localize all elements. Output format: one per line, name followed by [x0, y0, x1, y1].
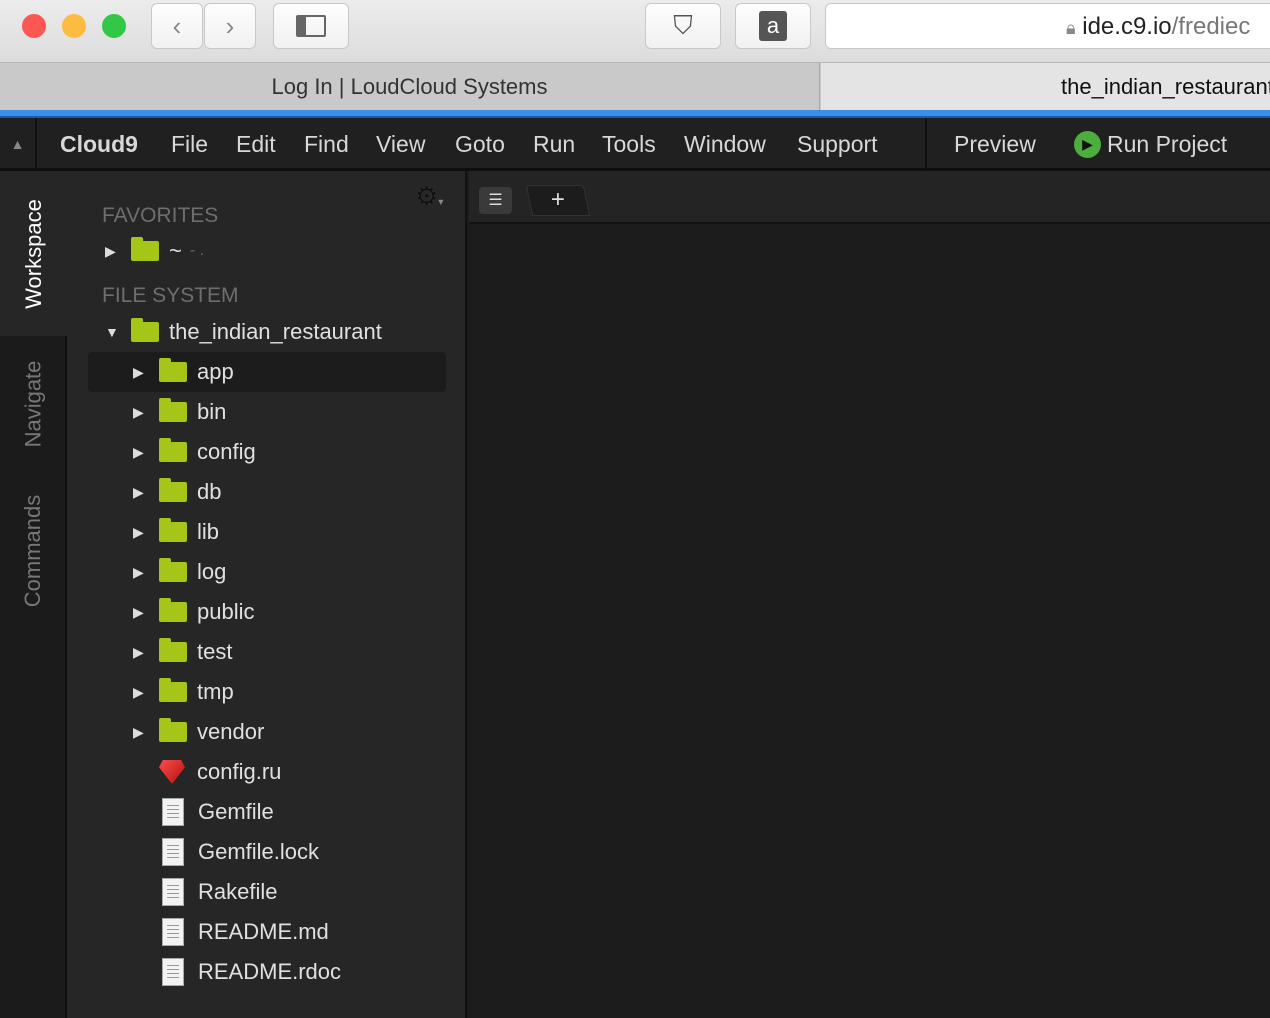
expand-arrow-icon: ▶ — [133, 403, 144, 420]
folder-icon — [159, 358, 187, 382]
expand-arrow-icon: ▶ — [133, 363, 144, 380]
folder-icon — [159, 558, 187, 582]
folder-bin[interactable]: ▶ bin — [133, 392, 513, 432]
tree-root-folder[interactable]: ▼ the_indian_restaurant — [105, 312, 485, 352]
folder-icon — [159, 638, 187, 662]
document-icon — [162, 878, 184, 906]
menu-find[interactable]: Find — [304, 118, 349, 170]
folder-icon — [159, 678, 187, 702]
folder-icon — [159, 718, 187, 742]
tab-workspace[interactable]: Workspace — [0, 171, 67, 336]
address-bar[interactable]: 🔒︎ ide.c9.io/frediec — [825, 3, 1270, 49]
back-button[interactable]: ‹ — [151, 3, 203, 49]
lock-icon: 🔒︎ — [1066, 18, 1076, 38]
menu-edit[interactable]: Edit — [236, 118, 276, 170]
forward-button[interactable]: › — [204, 3, 256, 49]
document-icon — [162, 958, 184, 986]
close-window-button[interactable] — [22, 14, 46, 38]
menu-file[interactable]: File — [171, 118, 208, 170]
amazon-button[interactable]: a — [735, 3, 811, 49]
list-icon: ☰ — [488, 192, 503, 209]
tab-loudcloud[interactable]: Log In | LoudCloud Systems — [0, 63, 820, 110]
preview-button[interactable]: Preview — [954, 118, 1036, 170]
expand-arrow-icon: ▶ — [133, 563, 144, 580]
folder-config[interactable]: ▶ config — [133, 432, 513, 472]
editor-area: ☰ + — [469, 171, 1270, 1018]
folder-icon — [159, 478, 187, 502]
minimize-window-button[interactable] — [62, 14, 86, 38]
folder-vendor[interactable]: ▶ vendor — [133, 712, 513, 752]
zoom-window-button[interactable] — [102, 14, 126, 38]
document-icon — [162, 918, 184, 946]
folder-icon — [131, 318, 159, 342]
folder-icon — [159, 398, 187, 422]
expand-arrow-icon: ▶ — [105, 242, 116, 259]
browser-toolbar: ‹ › ⛉ a 🔒︎ ide.c9.io/frediec — [0, 0, 1270, 63]
menu-window[interactable]: Window — [684, 118, 766, 170]
settings-gear-icon[interactable]: ⚙▾ — [415, 181, 443, 212]
folder-icon — [159, 438, 187, 462]
browser-tab-bar: Log In | LoudCloud Systems the_indian_re… — [0, 63, 1270, 110]
menu-support[interactable]: Support — [797, 118, 878, 170]
sidebar-toggle-button[interactable] — [273, 3, 349, 49]
document-icon — [162, 798, 184, 826]
plus-icon: + — [550, 186, 565, 213]
collapse-menu-button[interactable]: ▲ — [0, 118, 37, 170]
menu-tools[interactable]: Tools — [602, 118, 656, 170]
accent-bar — [0, 110, 1270, 118]
run-project-button[interactable]: ▶ Run Project — [1074, 118, 1227, 170]
expand-arrow-icon: ▶ — [133, 603, 144, 620]
menu-divider — [925, 118, 927, 170]
folder-db[interactable]: ▶ db — [133, 472, 513, 512]
triangle-up-icon: ▲ — [10, 136, 25, 152]
favorite-home[interactable]: ▶ ~ - . — [105, 231, 485, 271]
chevron-right-icon: › — [225, 10, 235, 41]
extension-shield-button[interactable]: ⛉ — [645, 3, 721, 49]
expand-arrow-icon: ▶ — [133, 483, 144, 500]
ide-menu-bar: ▲ Cloud9 File Edit Find View Goto Run To… — [0, 118, 1270, 171]
menu-cloud9[interactable]: Cloud9 — [60, 118, 138, 170]
collapse-arrow-icon: ▼ — [105, 324, 119, 340]
file-system-heading: FILE SYSTEM — [102, 284, 239, 307]
folder-app[interactable]: ▶ app — [88, 352, 446, 392]
folder-public[interactable]: ▶ public — [133, 592, 513, 632]
menu-goto[interactable]: Goto — [455, 118, 505, 170]
amazon-icon: a — [759, 11, 787, 41]
play-icon: ▶ — [1074, 130, 1101, 158]
folder-lib[interactable]: ▶ lib — [133, 512, 513, 552]
shield-icon: ⛉ — [673, 10, 693, 40]
folder-test[interactable]: ▶ test — [133, 632, 513, 672]
new-tab-button[interactable]: + — [525, 185, 591, 216]
expand-arrow-icon: ▶ — [133, 523, 144, 540]
folder-tmp[interactable]: ▶ tmp — [133, 672, 513, 712]
expand-arrow-icon: ▶ — [133, 443, 144, 460]
folder-icon — [131, 237, 159, 261]
menu-view[interactable]: View — [376, 118, 425, 170]
expand-arrow-icon: ▶ — [133, 643, 144, 660]
tab-the-indian-restaurant[interactable]: the_indian_restaurant — [821, 63, 1270, 110]
sidebar-icon — [296, 15, 326, 37]
folder-icon — [159, 598, 187, 622]
tab-navigate[interactable]: Navigate — [0, 341, 67, 466]
workspace-file-tree: ⚙▾ FAVORITES ▶ ~ - . FILE SYSTEM ▼ the_indi… — [67, 171, 467, 1018]
chevron-left-icon: ‹ — [172, 10, 182, 41]
folder-log[interactable]: ▶ log — [133, 552, 513, 592]
file-list-button[interactable]: ☰ — [479, 187, 512, 214]
folder-icon — [159, 518, 187, 542]
tab-commands[interactable]: Commands — [0, 471, 67, 631]
expand-arrow-icon: ▶ — [133, 683, 144, 700]
side-panel-tabs: Workspace Navigate Commands — [0, 171, 67, 1018]
editor-tab-bar: ☰ + — [469, 171, 1270, 224]
favorites-heading: FAVORITES — [102, 204, 219, 227]
document-icon — [162, 838, 184, 866]
menu-run[interactable]: Run — [533, 118, 575, 170]
ruby-file-icon — [159, 760, 185, 784]
expand-arrow-icon: ▶ — [133, 723, 144, 740]
